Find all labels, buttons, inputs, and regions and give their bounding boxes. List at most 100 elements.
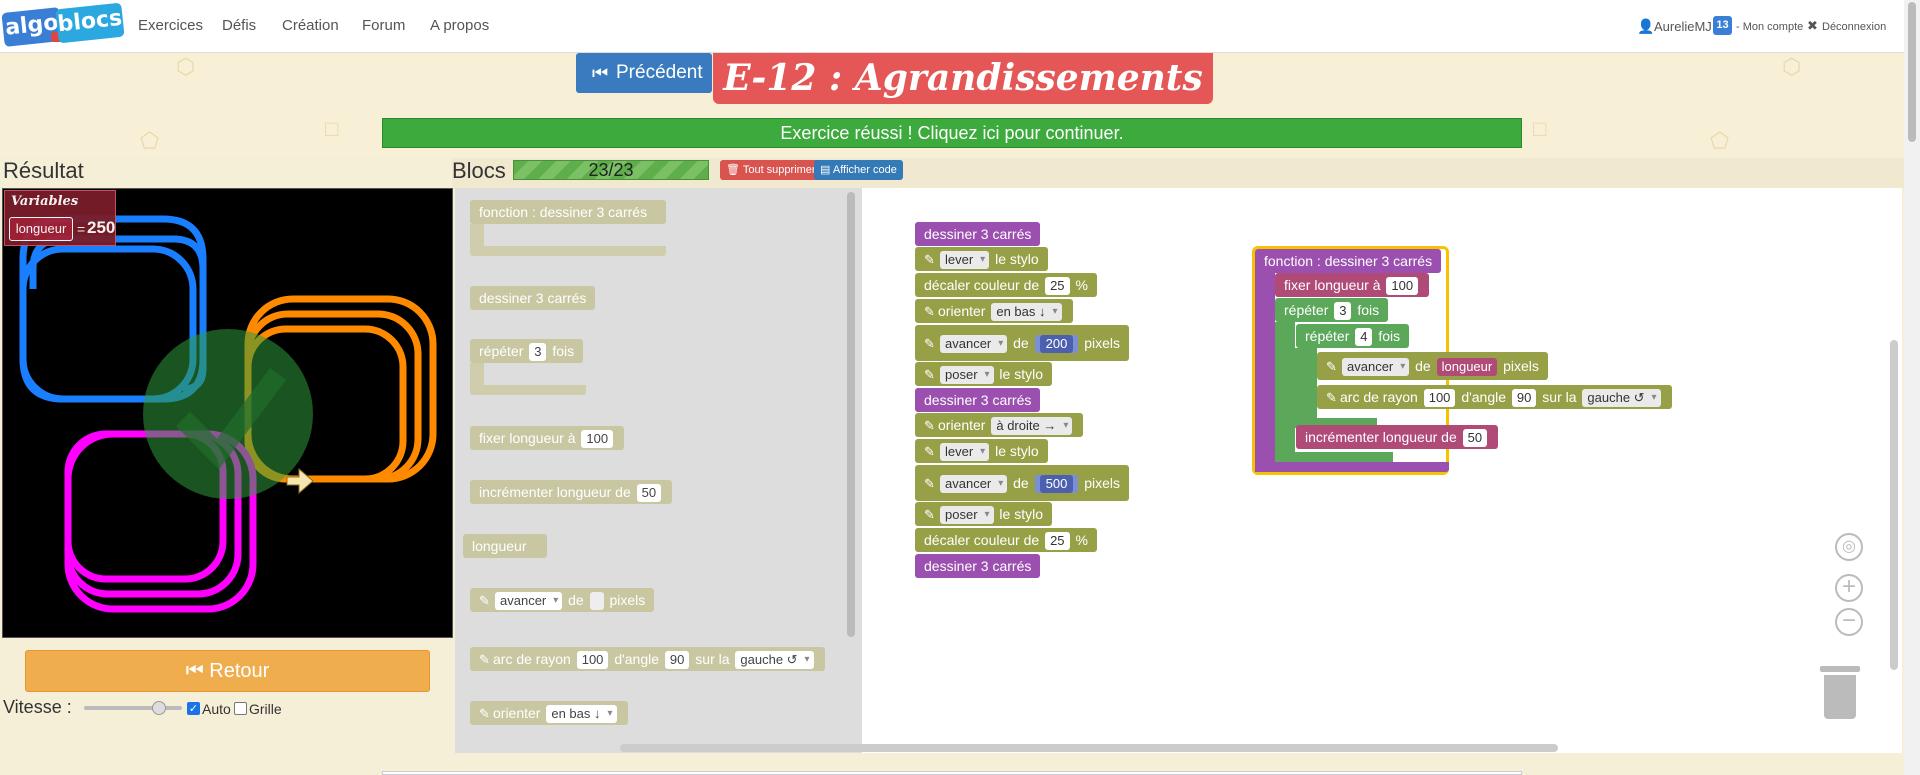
ws-repeat-inner-count[interactable]: 4 (1355, 328, 1373, 347)
ws-forward-1[interactable]: ✎ avancer de 200 pixels (915, 325, 1129, 361)
toolbox-orient-block[interactable]: ✎ orienter en bas ↓ (470, 701, 628, 725)
ws-shift-color-value[interactable]: 25 (1045, 277, 1070, 296)
clear-all-button[interactable]: 🗑 Tout supprimer (720, 160, 822, 180)
ws-arc-side-label: sur la (1542, 389, 1577, 405)
ws-repeat-outer[interactable]: répéter 3 fois (1275, 298, 1389, 322)
speed-slider[interactable] (84, 701, 182, 715)
grid-checkbox[interactable] (234, 702, 247, 715)
ws-set-length-value[interactable]: 100 (1386, 277, 1419, 296)
ws-call-draw-1[interactable]: dessiner 3 carrés (915, 222, 1041, 246)
toolbox-function-call[interactable]: dessiner 3 carrés (470, 286, 596, 310)
zoom-in-icon[interactable]: + (1835, 574, 1863, 602)
ws-shift-color-2[interactable]: décaler couleur de 25 % (915, 528, 1097, 552)
ws-orient-2-dropdown[interactable]: à droite → (991, 417, 1073, 436)
ws-def-forward-dropdown[interactable]: avancer (1342, 358, 1410, 377)
auto-label: Auto (202, 701, 231, 717)
ws-forward-1-dropdown[interactable]: avancer (940, 335, 1008, 354)
ws-pen-down-2-dropdown[interactable]: poser (940, 506, 994, 525)
ws-pen-down-2[interactable]: ✎ poser le stylo (915, 502, 1052, 526)
ws-forward-1-value-slot[interactable]: 200 (1034, 335, 1079, 354)
retour-button[interactable]: ⏮ Retour (25, 650, 430, 692)
toolbox-arc-radius[interactable]: 100 (576, 651, 609, 670)
ws-shift-color-value[interactable]: 25 (1045, 532, 1070, 551)
ws-forward-2-value[interactable]: 500 (1039, 475, 1074, 494)
nav-item-forum[interactable]: Forum (362, 17, 405, 34)
ws-orient-1-dropdown[interactable]: en bas ↓ (991, 303, 1062, 322)
toolbox-arc-angle[interactable]: 90 (664, 651, 690, 670)
variables-panel: Variables longueur = 250 (4, 190, 116, 246)
toolbox-set-length[interactable]: fixer longueur à 100 (470, 426, 625, 450)
page-scrollbar-thumb[interactable] (1908, 2, 1916, 142)
ws-forward-2[interactable]: ✎ avancer de 500 pixels (915, 465, 1129, 501)
nav-item-defis[interactable]: Défis (222, 17, 256, 34)
ws-increment-length[interactable]: incrémenter longueur de 50 (1296, 425, 1499, 449)
exercise-title: E-12 : Agrandissements (723, 57, 1203, 99)
ws-arc-radius[interactable]: 100 (1423, 389, 1456, 408)
workspace-horizontal-scrollbar[interactable] (620, 744, 1558, 752)
algoblocs-logo[interactable]: algo blocs (1, 2, 125, 48)
level-badge: 13 (1713, 16, 1732, 35)
toolbox-forward-slot[interactable] (589, 592, 604, 611)
pencil-icon: ✎ (479, 706, 490, 721)
success-check-overlay (143, 329, 313, 499)
ws-pen-down-1-dropdown[interactable]: poser (940, 366, 994, 385)
toolbox-arc-block[interactable]: ✎ arc de rayon 100 d'angle 90 sur la gauc… (470, 647, 825, 671)
ws-increment-value[interactable]: 50 (1462, 429, 1488, 448)
toolbox-variable-longueur[interactable]: longueur (463, 534, 547, 558)
ws-pen-up-2-dropdown[interactable]: lever (940, 443, 990, 462)
ws-call-draw-3[interactable]: dessiner 3 carrés (915, 554, 1041, 578)
show-code-button[interactable]: ▤ Afficher code (814, 160, 903, 180)
toolbox-scrollbar[interactable] (847, 192, 855, 637)
ws-repeat-outer-count[interactable]: 3 (1334, 302, 1352, 321)
ws-arc-direction[interactable]: gauche ↺ (1582, 389, 1661, 408)
toolbox-forward-dropdown[interactable]: avancer (495, 592, 563, 611)
ws-orient-2[interactable]: ✎ orienter à droite → (915, 413, 1084, 437)
ws-set-length[interactable]: fixer longueur à 100 (1275, 273, 1430, 297)
nav-item-apropos[interactable]: A propos (430, 17, 489, 34)
workspace-vertical-scrollbar[interactable] (1890, 340, 1898, 670)
ws-shift-color-label: décaler couleur de (924, 532, 1040, 548)
toolbox-function-def[interactable]: fonction : dessiner 3 carrés (470, 200, 666, 224)
ws-pen-up-1[interactable]: ✎ lever le stylo (915, 247, 1048, 271)
ws-def-forward[interactable]: ✎ avancer de longueur pixels (1317, 352, 1548, 380)
ws-pen-up-2[interactable]: ✎ lever le stylo (915, 439, 1048, 463)
nav-item-creation[interactable]: Création (282, 17, 339, 34)
toolbox-increment-value[interactable]: 50 (636, 484, 662, 503)
toolbox-increment-label: incrémenter longueur de (479, 484, 631, 500)
speed-slider-thumb[interactable] (152, 701, 166, 715)
toolbox-increment-length[interactable]: incrémenter longueur de 50 (470, 480, 673, 504)
toolbox-set-length-value[interactable]: 100 (581, 430, 614, 449)
toolbox-repeat-block[interactable]: répéter 3 fois (470, 339, 584, 363)
ws-repeat-inner[interactable]: répéter 4 fois (1296, 324, 1410, 348)
ws-percent: % (1075, 532, 1088, 548)
ws-orient-1[interactable]: ✎ orienter en bas ↓ (915, 299, 1073, 323)
ws-call-draw-2[interactable]: dessiner 3 carrés (915, 388, 1041, 412)
ws-def-arc[interactable]: ✎ arc de rayon 100 d'angle 90 sur la gauc… (1317, 385, 1672, 409)
ws-pen-down-1[interactable]: ✎ poser le stylo (915, 362, 1052, 386)
toolbox-orient-dropdown[interactable]: en bas ↓ (546, 705, 617, 724)
toolbox-forward-block[interactable]: ✎ avancer de pixels (470, 588, 655, 612)
ws-shift-color-1[interactable]: décaler couleur de 25 % (915, 273, 1097, 297)
nav-item-exercices[interactable]: Exercices (138, 17, 203, 34)
zoom-out-icon[interactable]: − (1835, 608, 1863, 636)
recenter-icon[interactable]: ◎ (1835, 533, 1863, 561)
ws-forward-2-value-slot[interactable]: 500 (1034, 475, 1079, 494)
trash-icon[interactable] (1820, 666, 1860, 720)
ws-arc-angle[interactable]: 90 (1511, 389, 1537, 408)
username-link[interactable]: AurelieMJ (1654, 19, 1712, 34)
logout-link[interactable]: Déconnexion (1822, 21, 1886, 33)
account-link[interactable]: - Mon compte (1736, 21, 1803, 33)
pencil-icon: ✎ (924, 304, 935, 319)
ws-forward-2-dropdown[interactable]: avancer (940, 475, 1008, 494)
success-banner[interactable]: Exercice réussi ! Cliquez ici pour conti… (382, 118, 1522, 148)
page-scrollbar[interactable] (1904, 0, 1920, 775)
auto-checkbox[interactable]: ✓ (187, 702, 200, 715)
ws-function-def[interactable]: fonction : dessiner 3 carrés (1255, 249, 1442, 273)
ws-pen-up-1-dropdown[interactable]: lever (940, 251, 990, 270)
toolbox-repeat-count[interactable]: 3 (529, 343, 547, 362)
previous-button[interactable]: ⏮ Précédent (576, 53, 712, 93)
toolbox-arc-direction[interactable]: gauche ↺ (735, 651, 814, 670)
ws-def-forward-variable[interactable]: longueur (1436, 358, 1498, 377)
ws-forward-pixels: pixels (1084, 475, 1120, 491)
ws-forward-1-value[interactable]: 200 (1039, 335, 1074, 354)
